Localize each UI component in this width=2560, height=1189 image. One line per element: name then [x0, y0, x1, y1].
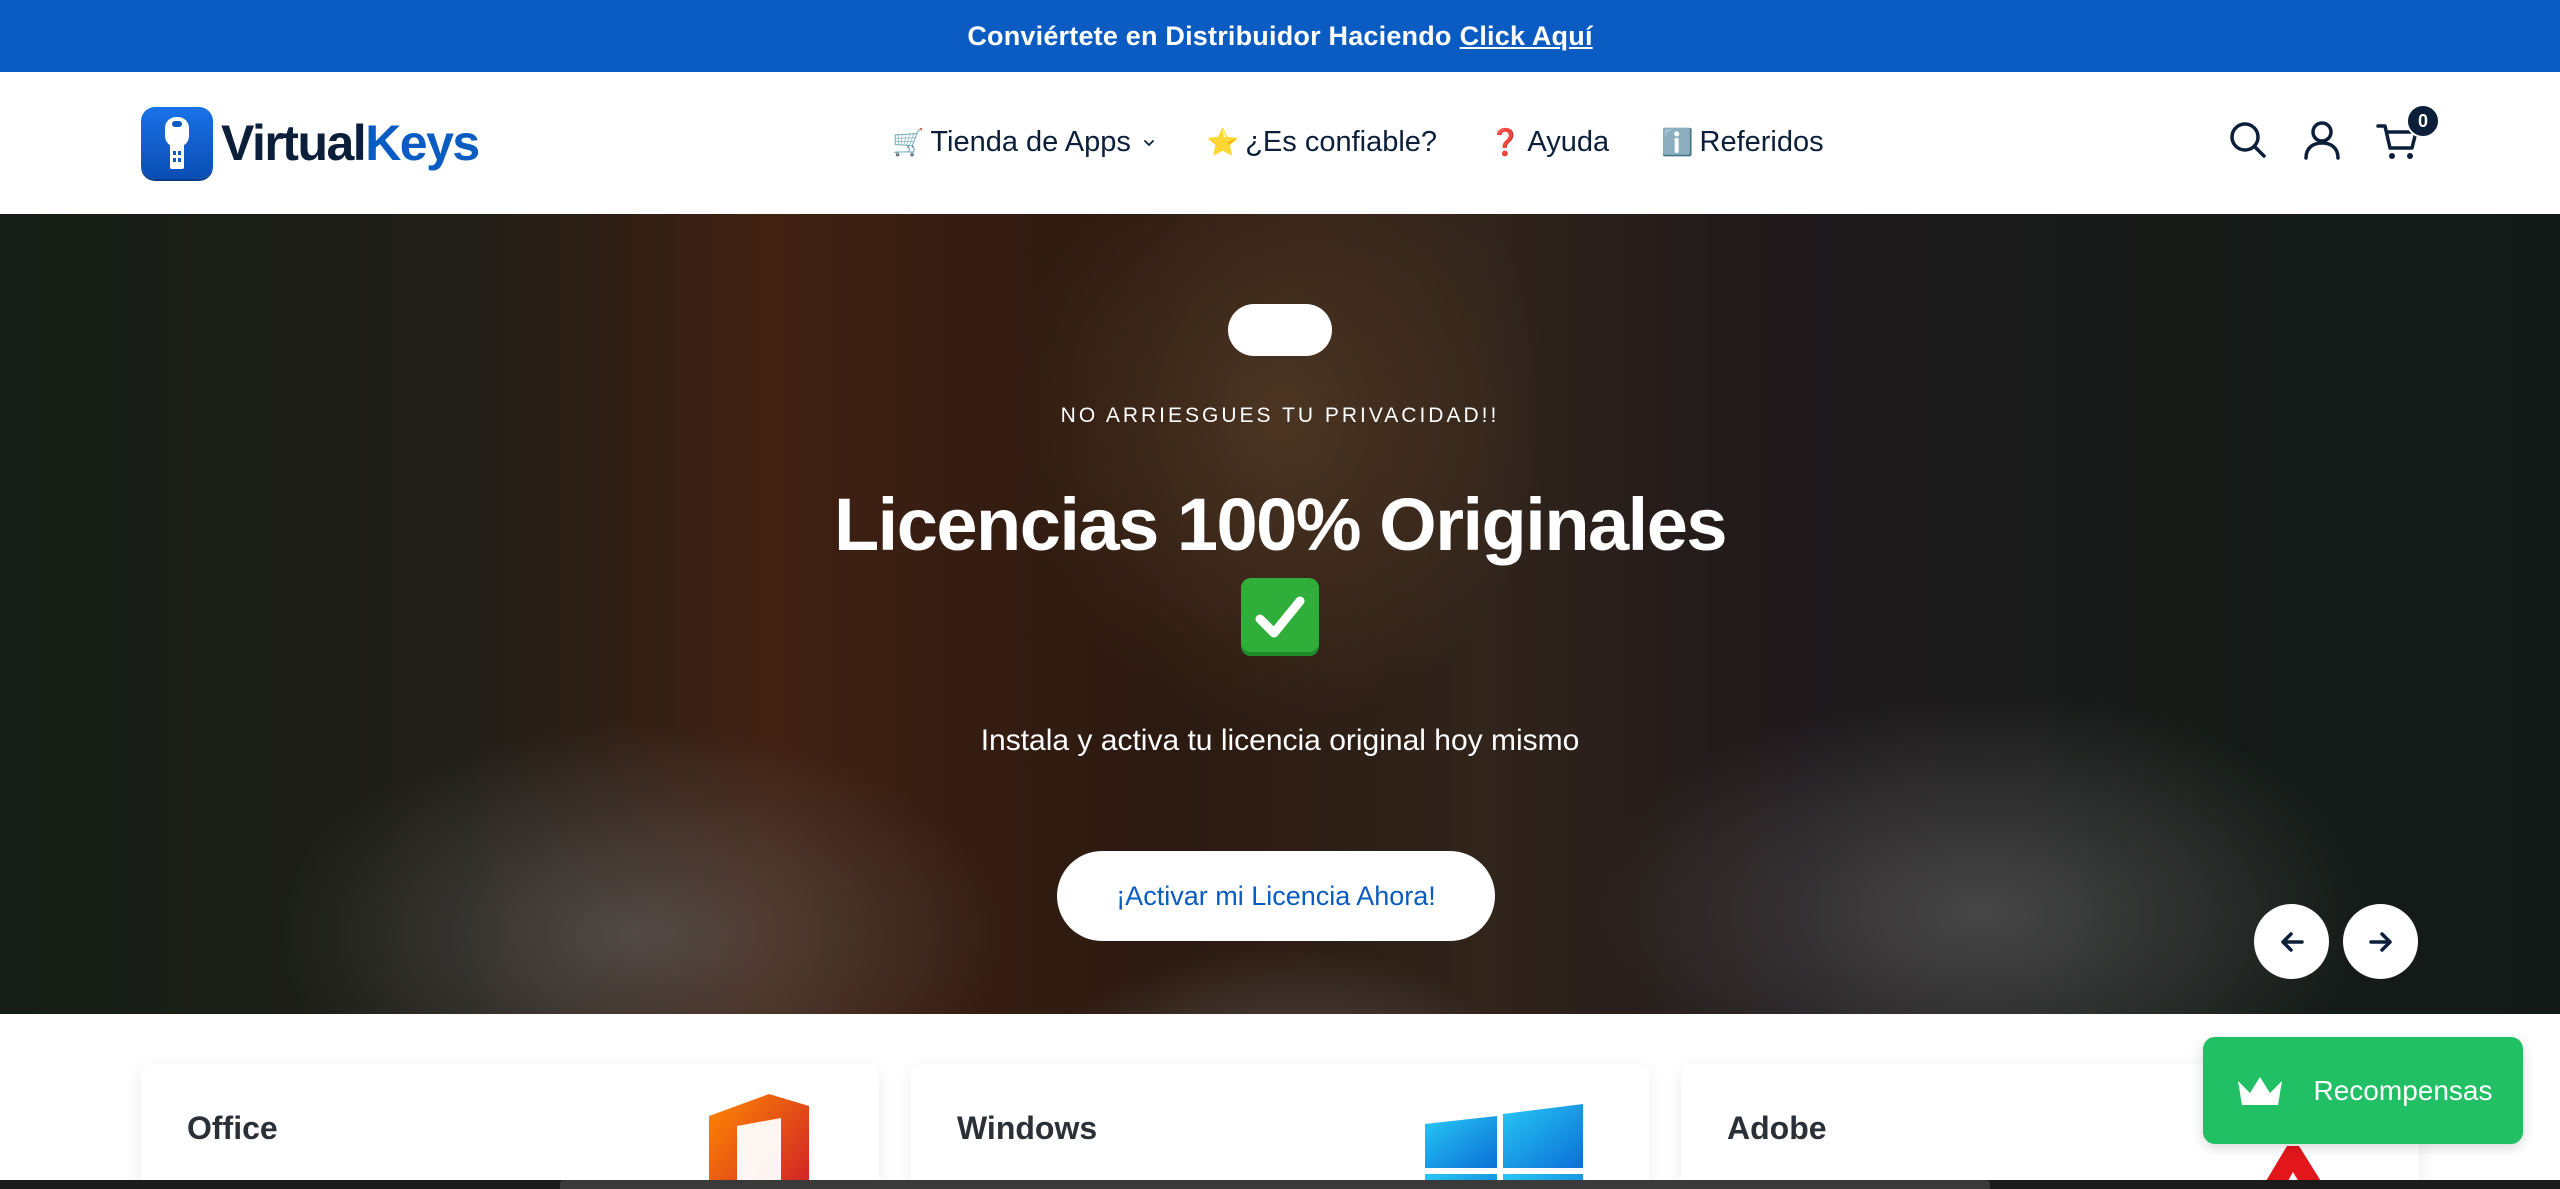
cart-icon[interactable]: 0: [2376, 104, 2440, 162]
category-card-office[interactable]: Office: [141, 1064, 879, 1189]
category-title: Windows: [957, 1110, 1098, 1146]
hero-eyebrow: NO ARRIESGUES TU PRIVACIDAD!!: [1060, 404, 1500, 427]
header-icons: 0: [2228, 104, 2440, 162]
logo-text: VirtualKeys: [221, 114, 480, 172]
search-icon[interactable]: [2228, 118, 2268, 162]
cart-emoji-icon: 🛒: [892, 127, 925, 158]
category-title: Adobe: [1727, 1110, 1827, 1146]
bottom-grip: [560, 1180, 1990, 1189]
hero-subtitle: Instala y activa tu licencia original ho…: [980, 724, 1580, 757]
rewards-label: Recompensas: [2313, 1074, 2493, 1106]
logo-word-keys: Keys: [365, 115, 480, 171]
chevron-down-icon: [1143, 139, 1154, 146]
nav-item-ayuda[interactable]: ❓ Ayuda: [1489, 126, 1609, 159]
crown-icon: [2237, 1076, 2282, 1105]
nav-item-referidos[interactable]: ℹ️ Referidos: [1661, 126, 1824, 159]
nav-label-tienda: Tienda de Apps: [930, 126, 1131, 158]
nav-label-referidos: Referidos: [1699, 126, 1824, 158]
announcement-text: Conviértete en Distribuidor Haciendo: [967, 20, 1452, 51]
office-logo: [709, 1094, 809, 1189]
hero-title: Licencias 100% Originales: [833, 483, 1728, 566]
checkmark-icon: [1241, 578, 1319, 656]
cart-count-badge: 0: [2406, 104, 2440, 138]
nav-item-tienda[interactable]: 🛒 Tienda de Apps: [892, 126, 1155, 159]
category-title: Office: [187, 1110, 278, 1146]
main-nav: 🛒 Tienda de Apps ⭐ ¿Es confiable? ❓ Ayud…: [892, 126, 1824, 159]
account-icon[interactable]: [2302, 118, 2342, 162]
category-card-windows[interactable]: Windows: [911, 1064, 1649, 1189]
activate-license-button[interactable]: ¡Activar mi Licencia Ahora!: [1057, 851, 1495, 941]
rewards-button[interactable]: Recompensas: [2203, 1037, 2523, 1144]
site-header: VirtualKeys 🛒 Tienda de Apps ⭐ ¿Es confi…: [0, 72, 2560, 214]
question-emoji-icon: ❓: [1489, 127, 1522, 158]
bottom-edge: [0, 1180, 2560, 1189]
hero-banner: NO ARRIESGUES TU PRIVACIDAD!! Licencias …: [0, 214, 2560, 1014]
announcement-link[interactable]: Click Aquí: [1460, 21, 1593, 52]
category-cards: Office Windows Adobe: [141, 1064, 2419, 1189]
key-icon: [141, 107, 213, 179]
star-emoji-icon: ⭐: [1206, 127, 1240, 158]
info-emoji-icon: ℹ️: [1661, 127, 1694, 158]
nav-label-confiable: ¿Es confiable?: [1245, 126, 1438, 158]
logo-word-virtual: Virtual: [221, 115, 367, 171]
hero-badge-pill: [1228, 304, 1332, 356]
nav-label-ayuda: Ayuda: [1527, 126, 1610, 158]
logo[interactable]: VirtualKeys: [141, 107, 480, 179]
arrow-right-icon[interactable]: [2343, 904, 2418, 979]
arrow-left-icon[interactable]: [2254, 904, 2329, 979]
nav-item-confiable[interactable]: ⭐ ¿Es confiable?: [1207, 126, 1437, 159]
announcement-bar: Conviértete en Distribuidor Haciendo Cli…: [0, 0, 2560, 72]
windows-logo: [1425, 1104, 1583, 1189]
